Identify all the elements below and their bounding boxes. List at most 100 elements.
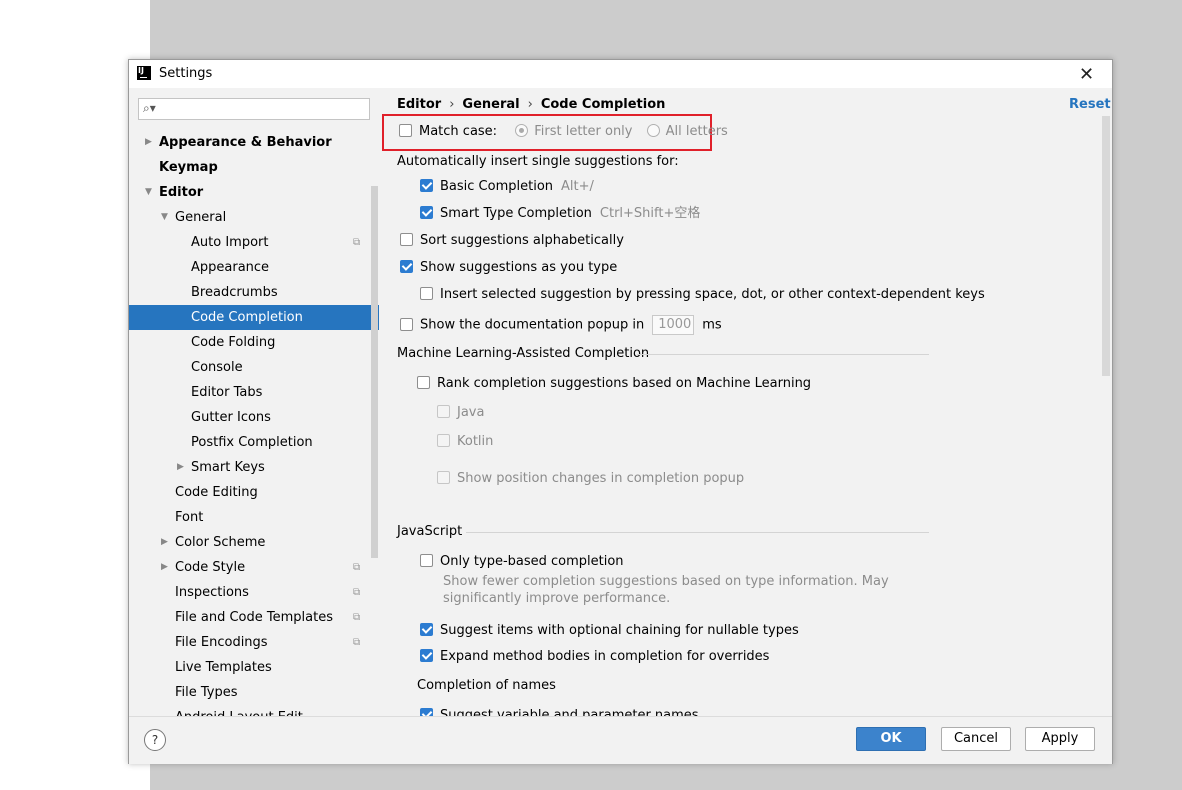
first-letter-label: First letter only bbox=[534, 124, 633, 139]
tree-item[interactable]: Live Templates bbox=[129, 655, 379, 680]
tree-item[interactable]: File Encodings ⧉ bbox=[129, 630, 379, 655]
expand-right-icon[interactable]: ▶ bbox=[145, 130, 152, 155]
ml-position-checkbox[interactable] bbox=[437, 471, 450, 484]
tree-item-label: Postfix Completion bbox=[191, 435, 313, 450]
project-settings-icon: ⧉ bbox=[353, 637, 361, 648]
js-expand-methods-checkbox[interactable] bbox=[420, 649, 433, 662]
insert-selected-label: Insert selected suggestion by pressing s… bbox=[440, 287, 985, 302]
tree-item[interactable]: ▶ Smart Keys bbox=[129, 455, 379, 480]
ml-rank-checkbox[interactable] bbox=[417, 376, 430, 389]
basic-completion-checkbox[interactable] bbox=[420, 179, 433, 192]
first-letter-radio[interactable] bbox=[515, 124, 529, 137]
tree-item[interactable]: Code Editing bbox=[129, 480, 379, 505]
tree-item[interactable]: Font bbox=[129, 505, 379, 530]
ml-position-row: Show position changes in completion popu… bbox=[437, 469, 744, 489]
tree-item-label: Live Templates bbox=[175, 660, 272, 675]
sort-alpha-checkbox[interactable] bbox=[400, 233, 413, 246]
tree-item[interactable]: Breadcrumbs bbox=[129, 280, 379, 305]
settings-sidebar: ⌕▾ ▶ Appearance & Behavior Keymap ▼ Editor ▼ G… bbox=[129, 88, 379, 716]
js-section-divider bbox=[466, 532, 929, 533]
breadcrumb-item[interactable]: General bbox=[462, 97, 519, 112]
ml-java-checkbox[interactable] bbox=[437, 405, 450, 418]
cancel-button[interactable]: Cancel bbox=[941, 727, 1011, 751]
ml-position-label: Show position changes in completion popu… bbox=[457, 471, 745, 486]
tree-item[interactable]: ▶ Color Scheme bbox=[129, 530, 379, 555]
tree-item[interactable]: Android Layout Edit... bbox=[129, 705, 379, 716]
tree-item[interactable]: ▶ Code Style ⧉ bbox=[129, 555, 379, 580]
smart-type-label: Smart Type Completion bbox=[440, 206, 592, 221]
basic-completion-shortcut: Alt+/ bbox=[561, 179, 594, 194]
match-case-label: Match case: bbox=[419, 124, 498, 139]
ml-kotlin-checkbox[interactable] bbox=[437, 434, 450, 447]
js-type-based-label: Only type-based completion bbox=[440, 554, 624, 569]
content-scrollbar[interactable] bbox=[1102, 116, 1110, 376]
names-section-title: Completion of names bbox=[417, 678, 556, 693]
tree-item[interactable]: ▶ Appearance & Behavior bbox=[129, 130, 379, 155]
search-input[interactable]: ⌕▾ bbox=[138, 98, 370, 120]
project-settings-icon: ⧉ bbox=[353, 562, 361, 573]
project-settings-icon: ⧉ bbox=[353, 612, 361, 623]
search-icon: ⌕▾ bbox=[143, 101, 156, 115]
tree-item[interactable]: File Types bbox=[129, 680, 379, 705]
help-icon[interactable]: ? bbox=[144, 729, 166, 751]
tree-item[interactable]: Console bbox=[129, 355, 379, 380]
close-icon[interactable]: ✕ bbox=[1079, 64, 1094, 85]
basic-completion-label: Basic Completion bbox=[440, 179, 554, 194]
ok-button[interactable]: OK bbox=[856, 727, 926, 751]
settings-content: Editor › General › Code Completion Reset Mat… bbox=[380, 88, 1112, 716]
insert-selected-checkbox[interactable] bbox=[420, 287, 433, 300]
js-type-based-checkbox[interactable] bbox=[420, 554, 433, 567]
js-optional-chaining-checkbox[interactable] bbox=[420, 623, 433, 636]
ml-java-label: Java bbox=[457, 405, 485, 420]
expand-right-icon[interactable]: ▶ bbox=[161, 555, 168, 580]
smart-type-shortcut: Ctrl+Shift+空格 bbox=[599, 206, 701, 221]
settings-dialog: IJ Settings ✕ ⌕▾ ▶ Appearance & Behavior K… bbox=[128, 59, 1113, 764]
doc-popup-delay-input[interactable]: 1000 bbox=[652, 315, 695, 335]
expand-down-icon[interactable]: ▼ bbox=[161, 205, 168, 230]
smart-type-checkbox[interactable] bbox=[420, 206, 433, 219]
tree-item[interactable]: File and Code Templates ⧉ bbox=[129, 605, 379, 630]
title-bar: IJ Settings ✕ bbox=[129, 60, 1112, 88]
names-suggest-checkbox[interactable] bbox=[420, 708, 433, 716]
js-optional-chaining-row: Suggest items with optional chaining for… bbox=[420, 621, 799, 641]
show-as-type-checkbox[interactable] bbox=[400, 260, 413, 273]
reset-link[interactable]: Reset bbox=[1069, 97, 1111, 112]
tree-item[interactable]: Editor Tabs bbox=[129, 380, 379, 405]
tree-item-label: Editor bbox=[159, 185, 204, 200]
all-letters-radio[interactable] bbox=[646, 124, 660, 137]
expand-right-icon[interactable]: ▶ bbox=[177, 455, 184, 480]
tree-item-label: Console bbox=[191, 360, 243, 375]
basic-completion-row: Basic Completion Alt+/ bbox=[420, 177, 594, 197]
sidebar-scrollbar[interactable] bbox=[371, 186, 378, 558]
tree-item-label: Auto Import bbox=[191, 235, 269, 250]
all-letters-label: All letters bbox=[665, 124, 728, 139]
tree-item[interactable]: Gutter Icons bbox=[129, 405, 379, 430]
expand-right-icon[interactable]: ▶ bbox=[161, 530, 168, 555]
apply-button[interactable]: Apply bbox=[1025, 727, 1095, 751]
tree-item[interactable]: ▼ General bbox=[129, 205, 379, 230]
ml-kotlin-label: Kotlin bbox=[457, 434, 494, 449]
tree-item[interactable]: Postfix Completion bbox=[129, 430, 379, 455]
tree-item-label: Editor Tabs bbox=[191, 385, 263, 400]
tree-item-label: Appearance bbox=[191, 260, 270, 275]
tree-item[interactable]: Code Folding bbox=[129, 330, 379, 355]
breadcrumb-item[interactable]: Editor bbox=[397, 97, 441, 112]
js-expand-methods-label: Expand method bodies in completion for o… bbox=[440, 649, 770, 664]
tree-item[interactable]: Code Completion bbox=[129, 305, 379, 330]
tree-item-label: Appearance & Behavior bbox=[159, 135, 332, 150]
tree-item[interactable]: Keymap bbox=[129, 155, 379, 180]
intellij-app-icon: IJ bbox=[137, 66, 151, 80]
js-type-based-desc-1: Show fewer completion suggestions based … bbox=[443, 574, 889, 589]
ml-rank-label: Rank completion suggestions based on Mac… bbox=[437, 376, 812, 391]
doc-popup-checkbox[interactable] bbox=[400, 317, 413, 331]
expand-down-icon[interactable]: ▼ bbox=[145, 180, 152, 205]
tree-item-label: Font bbox=[175, 510, 204, 525]
match-case-checkbox[interactable] bbox=[399, 124, 412, 137]
tree-item[interactable]: Appearance bbox=[129, 255, 379, 280]
project-settings-icon: ⧉ bbox=[353, 237, 361, 248]
tree-item-label: Keymap bbox=[159, 160, 218, 175]
tree-item[interactable]: ▼ Editor bbox=[129, 180, 379, 205]
ml-section-title: Machine Learning-Assisted Completion bbox=[397, 346, 650, 361]
tree-item[interactable]: Inspections ⧉ bbox=[129, 580, 379, 605]
tree-item[interactable]: Auto Import ⧉ bbox=[129, 230, 379, 255]
